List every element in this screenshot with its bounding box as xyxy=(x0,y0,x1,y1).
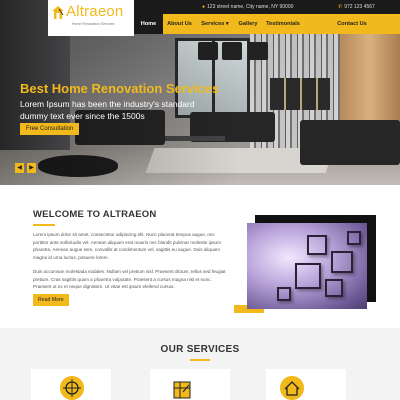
logo-tagline: Home Renovation Services xyxy=(72,22,115,26)
slider-prev-icon[interactable]: ◀ xyxy=(15,163,24,173)
decor-square xyxy=(277,287,291,301)
hero-title: Best Home Renovation Services xyxy=(20,81,220,96)
nav-home[interactable]: Home xyxy=(134,14,163,34)
decor-square xyxy=(295,263,321,289)
house-logo-icon xyxy=(52,6,64,19)
slider-next-icon[interactable]: ▶ xyxy=(27,163,36,173)
decor-square xyxy=(347,231,361,245)
nav-testimonials[interactable]: Testimonials xyxy=(262,14,304,34)
welcome-image xyxy=(247,223,367,309)
welcome-paragraph: Lorem ipsum dolor sit amet, consectetur … xyxy=(33,232,221,260)
phone-info[interactable]: ✆ 972 123 4567 xyxy=(338,2,375,12)
address-info: ● 123 street name, City name, NY 90000 xyxy=(202,2,293,12)
house-icon xyxy=(280,376,304,400)
blueprint-icon xyxy=(169,376,193,400)
nav-about-us[interactable]: About Us xyxy=(163,14,196,34)
logo-name: Altraeon xyxy=(66,3,124,20)
nav-services[interactable]: Services ▾ xyxy=(196,14,234,34)
read-more-button[interactable]: Read More xyxy=(33,294,69,306)
title-underline xyxy=(33,224,55,226)
decor-square xyxy=(307,235,327,255)
location-pin-icon: ● xyxy=(202,4,206,10)
compass-icon xyxy=(60,376,84,400)
top-info-bar: ● 123 street name, City name, NY 90000 ✆ 9… xyxy=(134,0,400,14)
service-card[interactable] xyxy=(31,369,111,400)
free-consultation-button[interactable]: Free Consultation xyxy=(20,123,80,135)
address-text: 123 street name, City name, NY 90000 xyxy=(207,4,294,10)
nav-gallery[interactable]: Gallery xyxy=(234,14,262,34)
nav-contact-us[interactable]: Contact Us xyxy=(304,14,400,34)
main-nav: Home About Us Services ▾ Gallery Testimo… xyxy=(134,14,400,34)
welcome-title: WELCOME TO ALTRAEON xyxy=(33,209,157,220)
decor-square xyxy=(325,279,343,297)
welcome-paragraph: Duis accumsan molestada sodales. Nullam … xyxy=(33,269,226,290)
hero-text: Lorem Ipsum has been the industry's stan… xyxy=(20,99,195,121)
phone-text: 972 123 4567 xyxy=(344,4,375,10)
service-card[interactable] xyxy=(266,369,346,400)
services-title: OUR SERVICES xyxy=(160,344,240,355)
phone-icon: ✆ xyxy=(338,4,343,10)
title-underline xyxy=(190,359,210,361)
decor-square xyxy=(331,251,353,273)
service-card[interactable] xyxy=(150,369,230,400)
logo[interactable]: Altraeon Home Renovation Services xyxy=(48,0,134,36)
